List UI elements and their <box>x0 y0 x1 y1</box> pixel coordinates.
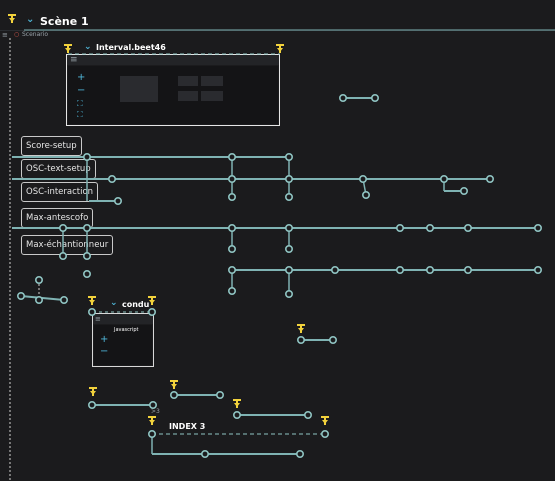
state-node[interactable] <box>201 449 210 458</box>
state-node[interactable] <box>58 252 67 261</box>
trigger-icon[interactable] <box>8 14 16 23</box>
state-node[interactable] <box>88 307 97 316</box>
state-node[interactable] <box>228 153 237 162</box>
state-node[interactable] <box>425 265 434 274</box>
state-node[interactable] <box>463 224 472 233</box>
state-node[interactable] <box>295 449 304 458</box>
state-node[interactable] <box>284 265 293 274</box>
state-node[interactable] <box>395 265 404 274</box>
state-node[interactable] <box>284 193 293 202</box>
trigger-icon[interactable] <box>170 380 178 389</box>
state-node[interactable] <box>216 390 225 399</box>
state-node[interactable] <box>148 307 157 316</box>
node-group <box>16 94 542 458</box>
state-node[interactable] <box>114 197 123 206</box>
state-node[interactable] <box>228 245 237 254</box>
state-node[interactable] <box>358 175 367 184</box>
trigger-icon[interactable] <box>148 416 156 425</box>
trigger-icon[interactable] <box>276 44 284 53</box>
state-node[interactable] <box>328 335 337 344</box>
trigger-icon[interactable] <box>88 296 96 305</box>
state-node[interactable] <box>284 289 293 298</box>
state-node[interactable] <box>296 335 305 344</box>
state-node[interactable] <box>459 187 468 196</box>
state-node[interactable] <box>533 265 542 274</box>
trigger-icon[interactable] <box>297 324 305 333</box>
state-node[interactable] <box>108 175 117 184</box>
state-node[interactable] <box>395 224 404 233</box>
state-node[interactable] <box>361 191 370 200</box>
scenario-canvas[interactable]: ⌄ Scène 1 ≡ ○ Scenario ⌄ Interval.beet46… <box>0 0 555 481</box>
state-node[interactable] <box>34 295 43 304</box>
state-node[interactable] <box>228 224 237 233</box>
state-node[interactable] <box>425 224 434 233</box>
state-node[interactable] <box>88 400 97 409</box>
state-node[interactable] <box>233 410 242 419</box>
state-node[interactable] <box>34 275 43 284</box>
state-node[interactable] <box>83 269 92 278</box>
state-node[interactable] <box>303 410 312 419</box>
state-node[interactable] <box>485 175 494 184</box>
state-node[interactable] <box>149 400 158 409</box>
state-node[interactable] <box>284 245 293 254</box>
state-node[interactable] <box>439 175 448 184</box>
state-node[interactable] <box>59 295 68 304</box>
state-node[interactable] <box>228 286 237 295</box>
state-node[interactable] <box>83 153 92 162</box>
state-node[interactable] <box>228 175 237 184</box>
state-node[interactable] <box>228 265 237 274</box>
state-node[interactable] <box>148 429 157 438</box>
state-node[interactable] <box>170 390 179 399</box>
state-node[interactable] <box>284 175 293 184</box>
state-node[interactable] <box>16 291 25 300</box>
state-node[interactable] <box>284 153 293 162</box>
trigger-icon[interactable] <box>64 44 72 53</box>
state-node[interactable] <box>320 429 329 438</box>
state-node[interactable] <box>370 94 379 103</box>
state-node[interactable] <box>58 224 67 233</box>
state-node[interactable] <box>228 193 237 202</box>
trigger-icon[interactable] <box>148 296 156 305</box>
state-node[interactable] <box>83 224 92 233</box>
state-node[interactable] <box>83 252 92 261</box>
trigger-icon[interactable] <box>321 416 329 425</box>
state-node[interactable] <box>338 94 347 103</box>
state-node[interactable] <box>533 224 542 233</box>
trigger-icon[interactable] <box>233 399 241 408</box>
trigger-group <box>8 14 329 425</box>
state-node[interactable] <box>284 224 293 233</box>
trigger-icon[interactable] <box>89 387 97 396</box>
state-node[interactable] <box>463 265 472 274</box>
state-node[interactable] <box>330 265 339 274</box>
graph-layer <box>8 14 555 481</box>
